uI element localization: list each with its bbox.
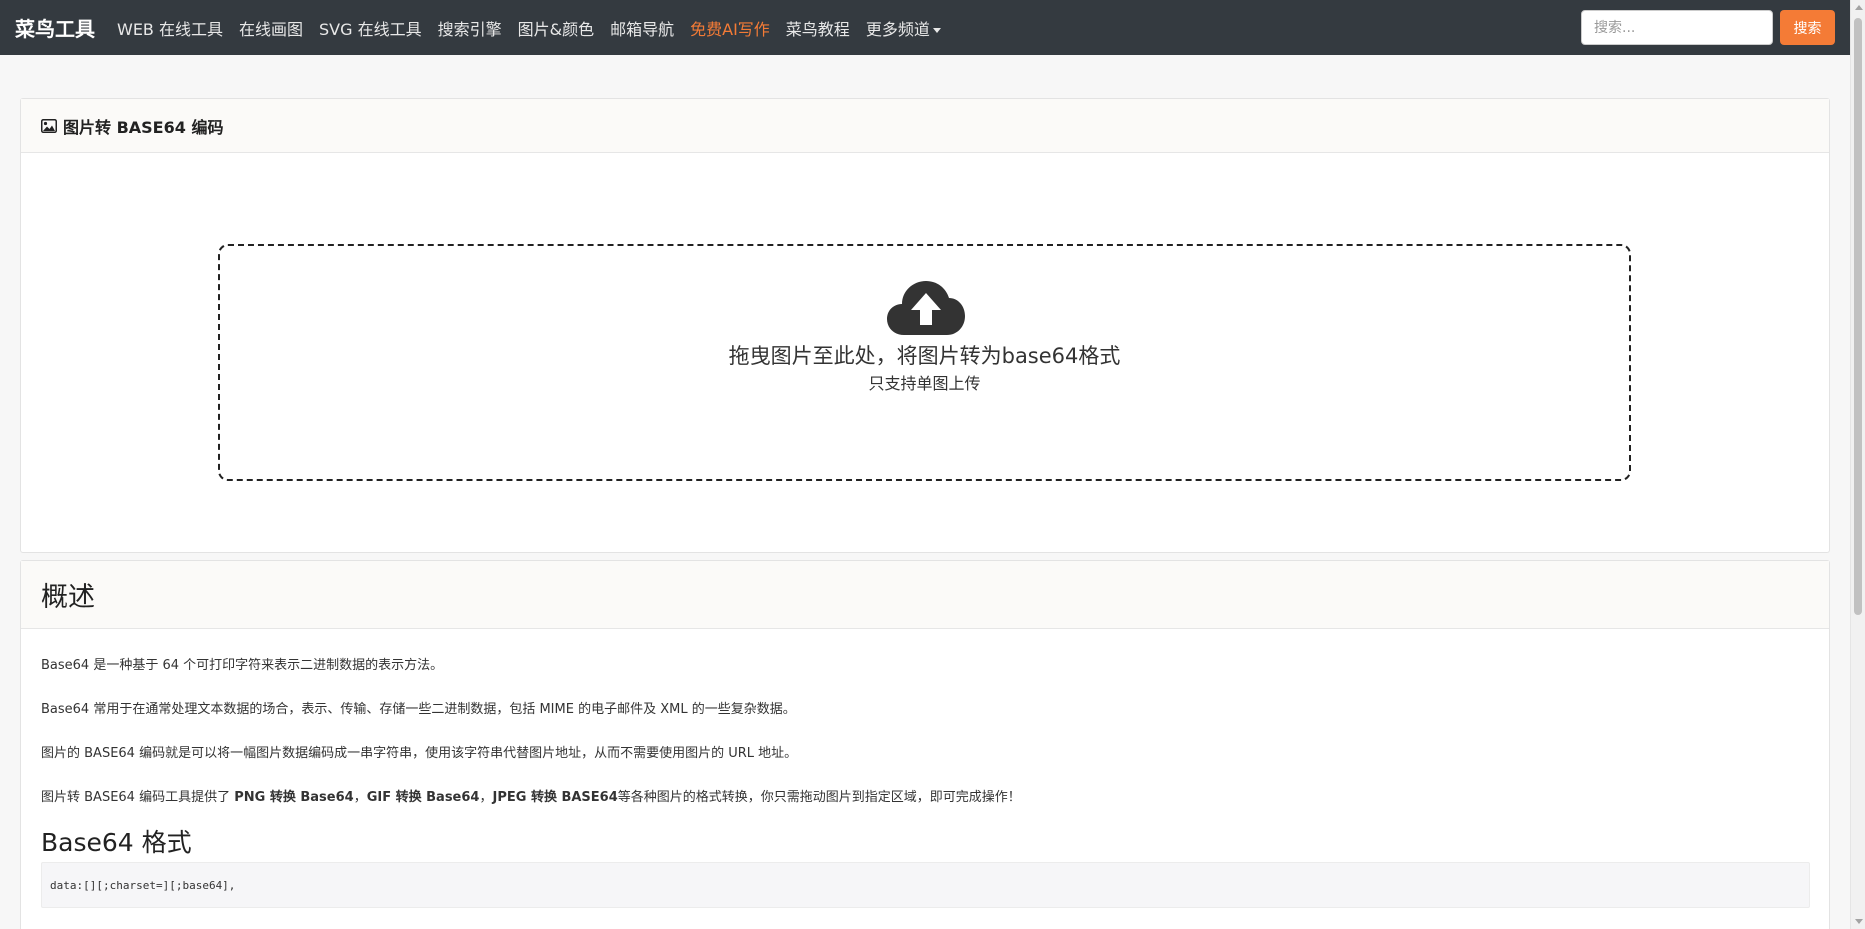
para4-separator: ， (479, 790, 493, 805)
dropzone-hint: 只支持单图上传 (868, 374, 981, 393)
nav-item-images-colors[interactable]: 图片&颜色 (518, 16, 594, 40)
caret-down-icon (932, 27, 941, 33)
image-dropzone[interactable]: 拖曳图片至此处，将图片转为base64格式 只支持单图上传 (218, 244, 1631, 481)
nav-item-free-ai-writing[interactable]: 免费AI写作 (690, 16, 770, 40)
para4-prefix: 图片转 BASE64 编码工具提供了 (41, 790, 235, 805)
nav-item-mail-nav[interactable]: 邮箱导航 (610, 16, 674, 40)
overview-card-header: 概述 (21, 561, 1829, 629)
base64-format-code: data:[][;charset=][;base64], (41, 862, 1810, 908)
scroll-up-arrow-icon[interactable] (1855, 5, 1863, 10)
para4-separator: ， (353, 790, 367, 805)
overview-paragraph-3: 图片的 BASE64 编码就是可以将一幅图片数据编码成一串字符串，使用该字符串代… (41, 746, 798, 761)
converter-card-title-text: 图片转 BASE64 编码 (63, 117, 224, 137)
jpeg-to-base64-text: JPEG 转换 BASE64 (492, 790, 618, 805)
para4-suffix: 等各种图片的格式转换，你只需拖动图片到指定区域，即可完成操作！ (617, 790, 1021, 805)
nav-item-runoob-tutorial[interactable]: 菜鸟教程 (786, 16, 850, 40)
gif-to-base64-text: GIF 转换 Base64 (366, 790, 480, 805)
scrollbar-thumb[interactable] (1854, 18, 1862, 615)
site-logo[interactable]: 菜鸟工具 (15, 13, 95, 42)
top-navbar: 菜鸟工具 WEB 在线工具 在线画图 SVG 在线工具 搜索引擎 图片&颜色 邮… (0, 0, 1850, 55)
overview-paragraph-1: Base64 是一种基于 64 个可打印字符来表示二进制数据的表示方法。 (41, 658, 444, 673)
nav-item-svg-tools[interactable]: SVG 在线工具 (319, 16, 422, 40)
converter-card: 图片转 BASE64 编码 拖曳图片至此处，将图片转为base64格式 只支持单… (20, 98, 1830, 553)
scroll-down-arrow-icon[interactable] (1855, 919, 1863, 924)
overview-title: 概述 (41, 582, 95, 613)
nav-item-web-tools[interactable]: WEB 在线工具 (117, 16, 223, 40)
converter-card-title: 图片转 BASE64 编码 (41, 114, 223, 138)
cloud-upload-icon (886, 279, 966, 341)
overview-paragraph-4: 图片转 BASE64 编码工具提供了 PNG 转换 Base64，GIF 转换 … (41, 786, 1021, 805)
nav-item-search-engines[interactable]: 搜索引擎 (438, 16, 502, 40)
search-button[interactable]: 搜索 (1780, 10, 1835, 45)
nav-item-online-drawing[interactable]: 在线画图 (239, 16, 303, 40)
base64-format-heading: Base64 格式 (41, 828, 192, 857)
png-to-base64-text: PNG 转换 Base64 (234, 790, 354, 805)
overview-paragraph-2: Base64 常用于在通常处理文本数据的场合，表示、传输、存储一些二进制数据，包… (41, 702, 796, 717)
converter-card-header: 图片转 BASE64 编码 (21, 99, 1829, 153)
nav-item-more-channels[interactable]: 更多频道 (866, 16, 941, 40)
page-scrollbar[interactable] (1850, 0, 1865, 929)
overview-card: 概述 Base64 是一种基于 64 个可打印字符来表示二进制数据的表示方法。 … (20, 560, 1830, 929)
search-input[interactable] (1581, 10, 1773, 45)
more-channels-label: 更多频道 (865, 19, 930, 39)
image-icon (41, 118, 57, 133)
dropzone-instruction: 拖曳图片至此处，将图片转为base64格式 (728, 344, 1121, 368)
